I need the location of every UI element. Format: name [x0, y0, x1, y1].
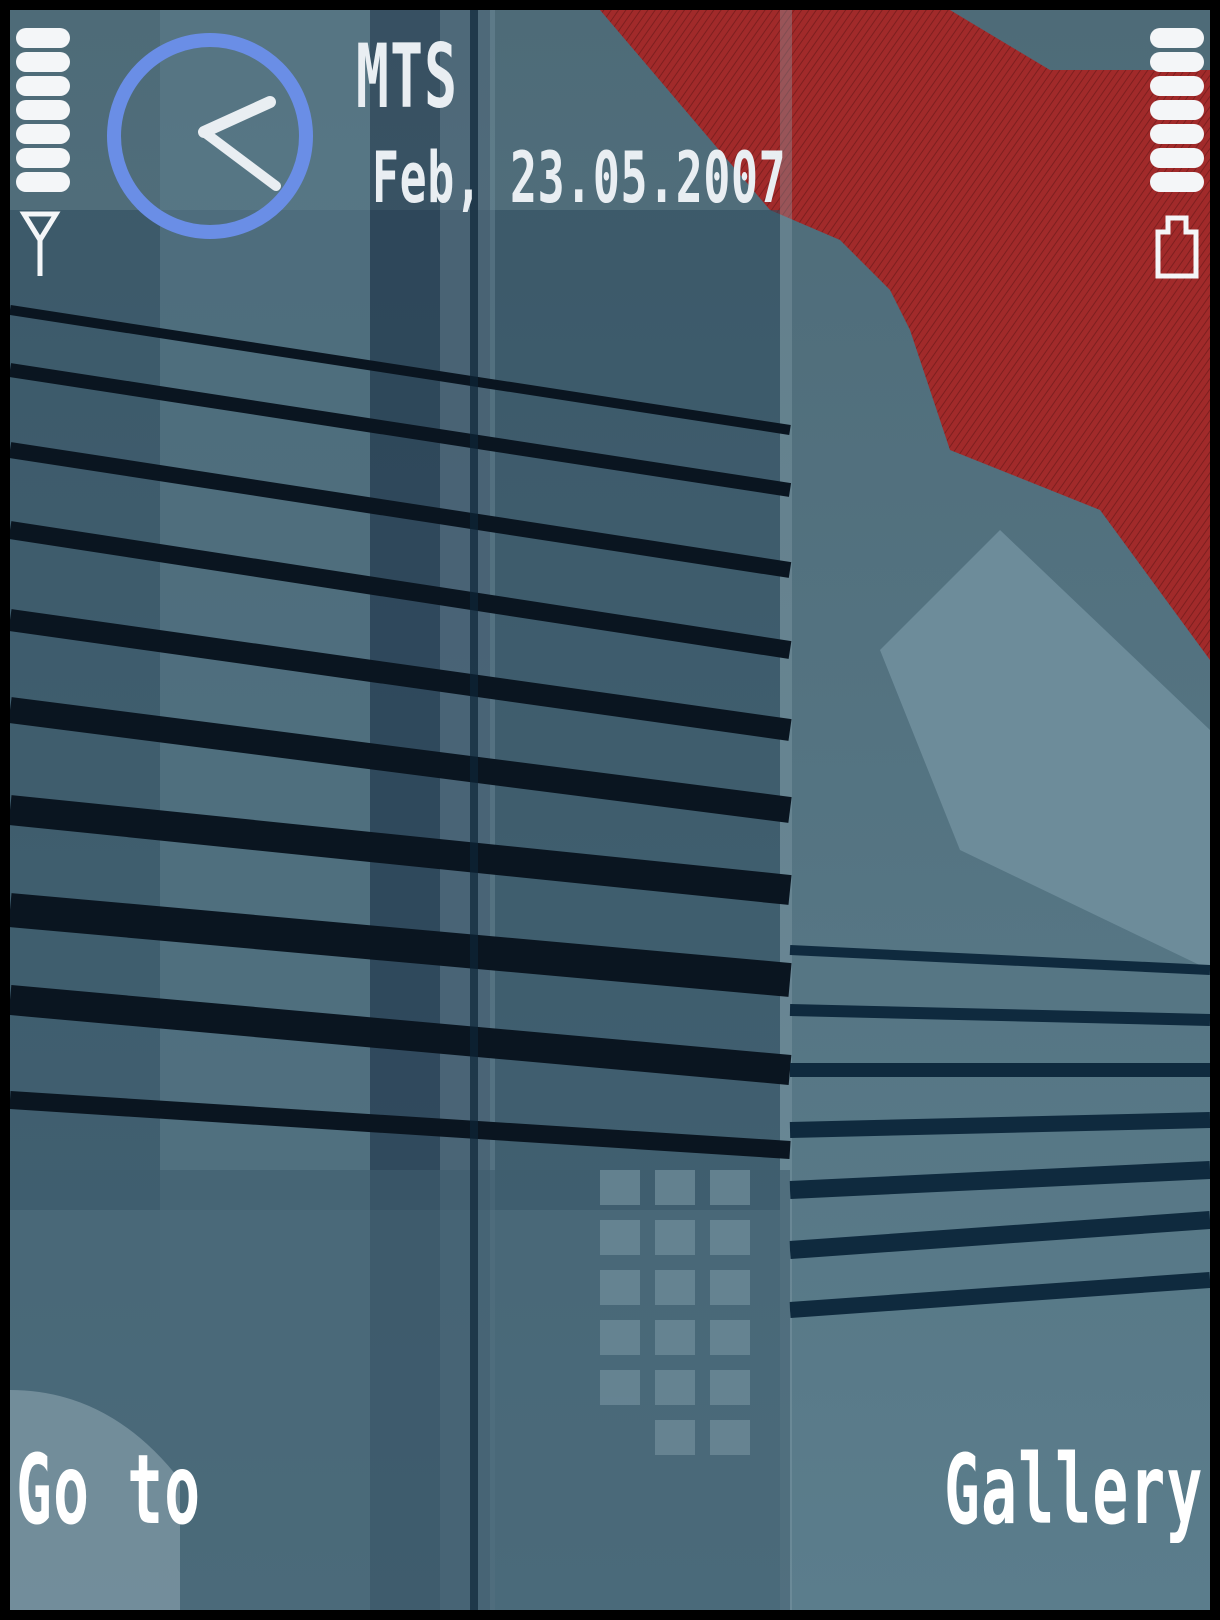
battery-icon — [1155, 215, 1199, 279]
standby-screen: MTS Feb, 23.05.2007 Go to Gallery — [10, 10, 1210, 1610]
left-softkey-goto[interactable]: Go to — [16, 1440, 201, 1540]
right-softkey-gallery[interactable]: Gallery — [944, 1440, 1204, 1540]
wallpaper-image — [10, 10, 1210, 1610]
date-display: Feb, 23.05.2007 — [372, 137, 787, 219]
antenna-icon — [19, 211, 61, 276]
signal-strength-indicator — [10, 10, 80, 290]
operator-name: MTS — [356, 25, 459, 128]
battery-level-indicator — [1140, 10, 1210, 290]
analog-clock-icon — [107, 33, 313, 239]
